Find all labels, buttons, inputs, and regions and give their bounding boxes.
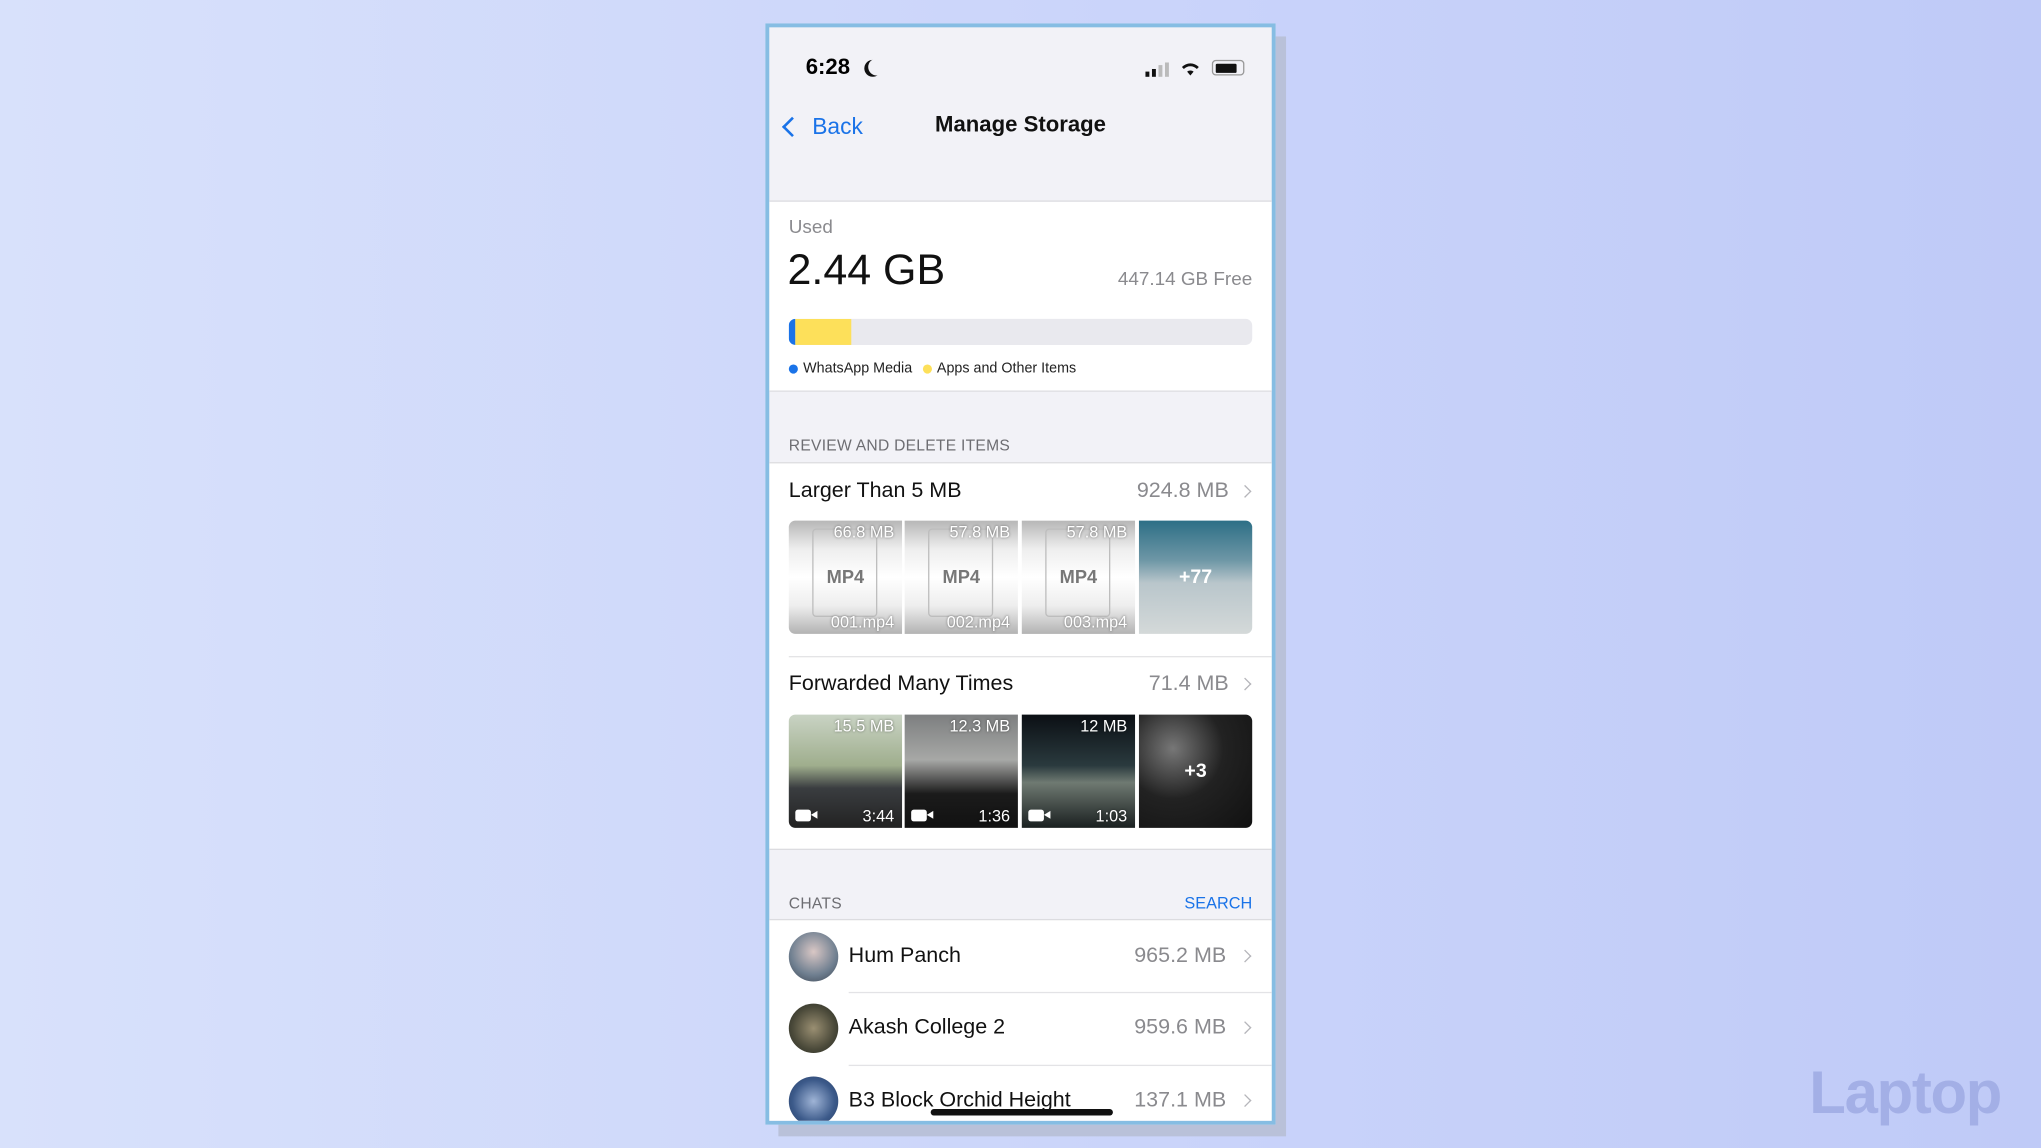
thumb-video[interactable]: 12 MB 1:03 xyxy=(1021,714,1136,828)
video-size: 12.3 MB xyxy=(949,717,1011,736)
legend-dot-blue xyxy=(788,363,798,373)
legend-dot-yellow xyxy=(922,363,932,373)
home-indicator xyxy=(930,1109,1113,1116)
chevron-right-icon xyxy=(1238,677,1252,691)
chevron-right-icon xyxy=(1238,484,1252,498)
chat-row[interactable]: Hum Panch 965.2 MB xyxy=(769,920,1271,992)
file-size: 57.8 MB xyxy=(1066,523,1128,542)
storage-bar xyxy=(788,318,1253,345)
storage-legend: WhatsApp Media Apps and Other Items xyxy=(788,360,1077,377)
battery-icon xyxy=(1211,59,1245,76)
bar-whatsapp-media xyxy=(788,318,796,345)
forwarded-row[interactable]: Forwarded Many Times 71.4 MB xyxy=(769,659,1271,714)
thumb-video[interactable]: 15.5 MB 3:44 xyxy=(788,714,903,828)
video-camera-icon xyxy=(795,809,818,822)
legend-apps-other: Apps and Other Items xyxy=(936,360,1077,377)
free-space: 447.14 GB Free xyxy=(1117,269,1253,291)
file-name: 002.mp4 xyxy=(946,613,1011,632)
avatar xyxy=(788,1076,839,1121)
divider xyxy=(788,656,1272,658)
thumb-file[interactable]: MP4 66.8 MB 001.mp4 xyxy=(788,520,903,634)
file-type: MP4 xyxy=(826,566,865,588)
chat-name: Akash College 2 xyxy=(848,1015,1006,1039)
search-button[interactable]: SEARCH xyxy=(1184,894,1252,912)
chat-row[interactable]: B3 Block Orchid Height 137.1 MB xyxy=(769,1066,1271,1121)
moon-icon xyxy=(868,59,885,76)
file-type: MP4 xyxy=(1059,566,1098,588)
bar-apps-other xyxy=(795,318,852,345)
chats-header: CHATS xyxy=(788,894,842,913)
file-name: 001.mp4 xyxy=(830,613,895,632)
chevron-right-icon xyxy=(1238,1094,1252,1107)
status-time: 6:28 xyxy=(805,54,851,80)
avatar xyxy=(788,931,839,982)
video-size: 15.5 MB xyxy=(833,717,895,736)
video-duration: 1:03 xyxy=(1095,807,1128,826)
file-name: 003.mp4 xyxy=(1063,613,1128,632)
thumb-video[interactable]: 12.3 MB 1:36 xyxy=(904,714,1018,828)
chat-size: 965.2 MB xyxy=(1134,943,1227,968)
video-duration: 1:36 xyxy=(978,807,1011,826)
used-value: 2.44 GB xyxy=(787,244,946,293)
video-camera-icon xyxy=(911,809,934,822)
laptop-watermark-logo: Laptop xyxy=(1809,1058,2002,1126)
chat-size: 137.1 MB xyxy=(1134,1088,1227,1112)
storage-summary: Used 2.44 GB 447.14 GB Free WhatsApp Med… xyxy=(769,200,1272,392)
larger-title: Larger Than 5 MB xyxy=(788,479,962,503)
page-title: Manage Storage xyxy=(935,111,1106,137)
thumb-file[interactable]: MP4 57.8 MB 002.mp4 xyxy=(904,520,1018,634)
forwarded-size: 71.4 MB xyxy=(1148,671,1229,696)
thumb-file[interactable]: MP4 57.8 MB 003.mp4 xyxy=(1021,520,1136,634)
chevron-right-icon xyxy=(1238,949,1252,963)
file-size: 57.8 MB xyxy=(949,523,1011,542)
file-type: MP4 xyxy=(942,566,981,588)
thumb-more[interactable]: +3 xyxy=(1138,714,1253,828)
thumb-more[interactable]: +77 xyxy=(1138,520,1253,634)
file-size: 66.8 MB xyxy=(833,523,895,542)
review-section: Larger Than 5 MB 924.8 MB MP4 66.8 MB 001.… xyxy=(769,462,1272,850)
chats-list: Hum Panch 965.2 MB Akash College 2 959.6… xyxy=(769,918,1272,1121)
larger-size: 924.8 MB xyxy=(1136,479,1229,503)
chat-size: 959.6 MB xyxy=(1134,1015,1227,1039)
more-count: +3 xyxy=(1184,760,1207,783)
legend-whatsapp-media: WhatsApp Media xyxy=(803,360,913,377)
forwarded-title: Forwarded Many Times xyxy=(788,671,1014,696)
video-size: 12 MB xyxy=(1080,717,1128,736)
video-duration: 3:44 xyxy=(862,807,895,826)
signal-icon xyxy=(1145,62,1174,77)
video-camera-icon xyxy=(1028,809,1051,822)
chat-name: Hum Panch xyxy=(848,943,961,968)
used-label: Used xyxy=(788,217,833,239)
review-header: REVIEW AND DELETE ITEMS xyxy=(788,436,1011,455)
phone-screen: 6:28 Back Manage Storage Used 2.44 GB 44… xyxy=(765,23,1276,1125)
chevron-right-icon xyxy=(1238,1021,1252,1035)
more-count: +77 xyxy=(1178,566,1213,589)
larger-than-row[interactable]: Larger Than 5 MB 924.8 MB xyxy=(769,463,1271,520)
chat-row[interactable]: Akash College 2 959.6 MB xyxy=(769,993,1271,1065)
avatar xyxy=(788,1003,839,1054)
wifi-icon xyxy=(1181,61,1201,81)
